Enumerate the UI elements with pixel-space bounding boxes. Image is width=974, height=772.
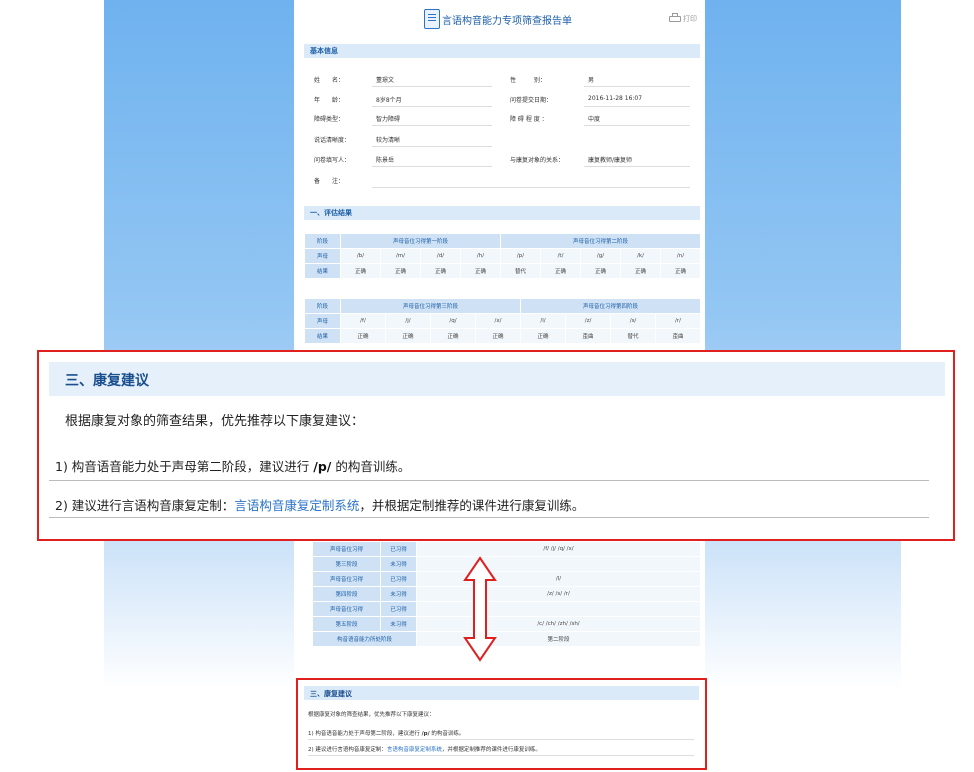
field-clarity: 说话清晰度： 较为清晰	[314, 137, 401, 144]
recommendation-intro: 根据康复对象的筛查结果，优先推荐以下康复建议：	[65, 414, 365, 429]
field-disorder-type: 障碍类型： 智力障碍	[314, 116, 401, 123]
field-gender: 性 别：男	[510, 77, 595, 84]
small-rec-header: 三、康复建议	[304, 686, 699, 700]
small-rec-intro: 根据康复对象的筛查结果，优先推荐以下康复建议：	[308, 712, 435, 718]
printer-icon[interactable]	[669, 13, 681, 24]
up-arrow-icon	[463, 556, 497, 662]
result-table-stage-1-2: 阶段 声母音位习得第一阶段 声母音位习得第二阶段 声母 /b//m//d//h//p…	[304, 233, 702, 279]
recommendation-item-1: 1) 构音语音能力处于声母第二阶段，建议进行 /p/ 的构音训练。	[55, 459, 411, 474]
recommendation-title: 三、康复建议	[65, 373, 149, 389]
recommendation-zoom-box: 三、康复建议 根据康复对象的筛查结果，优先推荐以下康复建议： 1) 构音语音能力…	[37, 350, 955, 541]
small-rec-item-2: 2) 建议进行言语构音康复定制：言语构音康复定制系统，并根据定制推荐的课件进行康…	[308, 747, 541, 753]
recommendation-item-2: 2) 建议进行言语构音康复定制：言语构音康复定制系统，并根据定制推荐的课件进行康…	[55, 498, 585, 513]
eval-results-header: 一、评估结果	[304, 206, 700, 220]
stage-summary-table: 声母音位习得 已习得/f/ /j/ /q/ /x/ 第三阶段 未习得 声母音位习得已…	[312, 541, 701, 647]
document-icon	[424, 9, 440, 29]
small-rec-title: 三、康复建议	[310, 690, 352, 698]
field-filler: 问卷填写人： 陈景岳	[314, 157, 395, 164]
recommendation-header: 三、康复建议	[49, 362, 945, 396]
basic-info-header: 基本信息	[304, 44, 700, 58]
field-remarks: 备 注：	[314, 178, 345, 185]
field-submit-date: 问卷提交日期： 2016-11-28 16:07	[510, 95, 643, 104]
field-name: 姓 名： 董璟文	[314, 77, 395, 84]
small-rec-system-link[interactable]: 言语构音康复定制系统	[387, 747, 442, 753]
small-rec-item-1: 1) 构音语音能力处于声母第二阶段，建议进行 /p/ 的构音训练。	[308, 731, 465, 737]
field-disorder-degree: 障 碍 程 度 ：中度	[510, 116, 601, 123]
custom-system-link[interactable]: 言语构音康复定制系统	[234, 498, 359, 513]
field-relation: 与康复对象的关系： 康复教师/康复师	[510, 157, 633, 164]
print-button[interactable]: 打印	[683, 14, 697, 24]
recommendation-small-box: 三、康复建议 根据康复对象的筛查结果，优先推荐以下康复建议： 1) 构音语音能力…	[296, 678, 707, 770]
right-blue-panel	[705, 0, 901, 690]
left-blue-panel	[104, 0, 294, 690]
report-title: 言语构音能力专项筛查报告单	[442, 16, 572, 27]
field-age: 年 龄： 8岁8个月	[314, 97, 402, 104]
report-header: 言语构音能力专项筛查报告单 打印	[294, 0, 705, 40]
result-table-stage-3-4: 阶段 声母音位习得第三阶段 声母音位习得第四阶段 声母 /f//j//q//x//l…	[304, 298, 702, 344]
